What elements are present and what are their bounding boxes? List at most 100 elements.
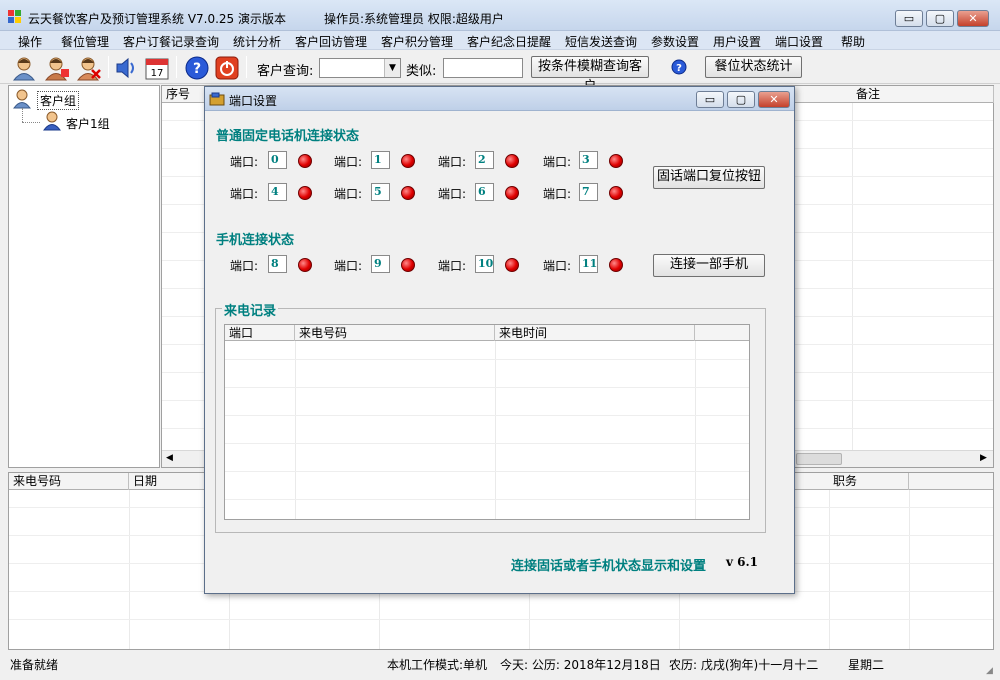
status-ready: 准备就绪: [10, 658, 59, 672]
tree-connector: [22, 108, 23, 122]
seat-status-button[interactable]: 餐位状态统计: [705, 56, 802, 78]
main-titlebar: 云天餐饮客户及预订管理系统 V7.0.25 演示版本 操作员:系统管理员 权限:…: [0, 0, 1000, 31]
similar-input[interactable]: [443, 58, 523, 78]
port-input-11[interactable]: 11: [579, 255, 598, 273]
menu-revisit[interactable]: 客户回访管理: [295, 33, 367, 50]
port-label: 端口:: [230, 187, 259, 201]
customer-query-dropdown[interactable]: ▼: [319, 58, 401, 78]
customer-query-label: 客户查询:: [257, 64, 314, 79]
call-log-list[interactable]: 端口 来电号码 来电时间: [224, 324, 750, 520]
tree-child-node[interactable]: 客户1组: [66, 115, 110, 132]
scroll-left-icon[interactable]: ◀: [166, 453, 173, 463]
calendar-icon[interactable]: 17: [144, 55, 170, 81]
status-date: 今天: 公历: 2018年12月18日: [500, 658, 661, 672]
customer-group-tree: 客户组 客户1组: [8, 85, 160, 468]
menu-points[interactable]: 客户积分管理: [381, 33, 453, 50]
call-log-header: 端口 来电号码 来电时间: [225, 325, 749, 341]
speaker-icon[interactable]: [113, 55, 139, 81]
grid-line: [852, 103, 853, 451]
column-header-remarks[interactable]: 备注: [852, 86, 994, 103]
menubar: 操作 餐位管理 客户订餐记录查询 统计分析 客户回访管理 客户积分管理 客户纪念…: [0, 31, 1000, 50]
menu-help[interactable]: 帮助: [841, 33, 865, 50]
grid-line: [129, 490, 130, 649]
port-label: 端口:: [334, 259, 363, 273]
scroll-right-icon[interactable]: ▶: [980, 453, 987, 463]
add-customer-icon[interactable]: [44, 55, 70, 81]
port-input-4[interactable]: 4: [268, 183, 287, 201]
column-header-caller-number[interactable]: 来电号码: [9, 473, 129, 490]
port-label: 端口:: [230, 259, 259, 273]
port-status-led: [505, 154, 519, 168]
port-settings-dialog: 端口设置 ▭ ▢ ✕ 普通固定电话机连接状态 端口: 0 端口: 1 端口: 2…: [204, 86, 795, 594]
port-status-led: [401, 258, 415, 272]
app-logo-icon: [8, 10, 22, 24]
menu-anniversary[interactable]: 客户纪念日提醒: [467, 33, 551, 50]
port-input-1[interactable]: 1: [371, 151, 390, 169]
menu-user-settings[interactable]: 用户设置: [713, 33, 761, 50]
port-input-0[interactable]: 0: [268, 151, 287, 169]
help-icon[interactable]: ?: [184, 55, 210, 81]
menu-sms-query[interactable]: 短信发送查询: [565, 33, 637, 50]
tree-root-node[interactable]: 客户组: [37, 91, 80, 110]
dialog-minimize-button[interactable]: ▭: [696, 91, 724, 108]
minimize-button[interactable]: ▭: [895, 10, 923, 27]
port-input-9[interactable]: 9: [371, 255, 390, 273]
grid-line: [225, 471, 749, 472]
delete-customer-icon[interactable]: [76, 55, 102, 81]
port-input-7[interactable]: 7: [579, 183, 598, 201]
connect-phone-button[interactable]: 连接一部手机: [653, 254, 765, 277]
menu-parameters[interactable]: 参数设置: [651, 33, 699, 50]
port-label: 端口:: [543, 259, 572, 273]
toolbar-separator: [176, 56, 177, 78]
menu-order-records[interactable]: 客户订餐记录查询: [123, 33, 219, 50]
scrollbar-thumb[interactable]: [796, 453, 842, 465]
menu-seat-management[interactable]: 餐位管理: [61, 33, 109, 50]
menu-operation[interactable]: 操作: [18, 33, 42, 50]
port-label: 端口:: [543, 155, 572, 169]
call-log-group: 来电记录 端口 来电号码 来电时间: [215, 300, 766, 533]
menu-statistics[interactable]: 统计分析: [233, 33, 281, 50]
help-small-icon[interactable]: ?: [671, 59, 687, 75]
port-status-led: [505, 258, 519, 272]
port-input-10[interactable]: 10: [475, 255, 494, 273]
grid-line: [495, 341, 496, 519]
grid-line: [9, 619, 993, 620]
column-header-port[interactable]: 端口: [225, 325, 295, 341]
close-button[interactable]: ✕: [957, 10, 989, 27]
maximize-button[interactable]: ▢: [926, 10, 954, 27]
chevron-down-icon[interactable]: ▼: [384, 59, 400, 77]
port-status-led: [609, 258, 623, 272]
fuzzy-query-button[interactable]: 按条件模糊查询客户: [531, 56, 649, 94]
menu-port-settings[interactable]: 端口设置: [775, 33, 823, 50]
column-header-position[interactable]: 职务: [829, 473, 909, 490]
column-header-date[interactable]: 日期: [129, 473, 209, 490]
port-status-led: [298, 258, 312, 272]
power-off-icon[interactable]: [214, 55, 240, 81]
grid-line: [909, 490, 910, 649]
landline-reset-button[interactable]: 固话端口复位按钮: [653, 166, 765, 189]
resize-grip-icon[interactable]: ◢: [986, 666, 993, 676]
svg-text:?: ?: [676, 63, 682, 74]
port-label: 端口:: [334, 187, 363, 201]
port-label: 端口:: [438, 155, 467, 169]
port-input-8[interactable]: 8: [268, 255, 287, 273]
dialog-close-button[interactable]: ✕: [758, 91, 790, 108]
status-mode: 本机工作模式:单机: [387, 658, 488, 672]
dialog-maximize-button[interactable]: ▢: [727, 91, 755, 108]
port-input-2[interactable]: 2: [475, 151, 494, 169]
toolbar: 17 ? 客户查询: ▼ 类似: 按条件模糊查询客户 ? 餐位状态统计: [0, 50, 1000, 94]
mobile-section-title: 手机连接状态: [216, 233, 295, 248]
grid-line: [829, 490, 830, 649]
similar-label: 类似:: [406, 64, 437, 79]
port-input-5[interactable]: 5: [371, 183, 390, 201]
port-status-led: [401, 186, 415, 200]
column-header-call-time[interactable]: 来电时间: [495, 325, 695, 341]
port-input-6[interactable]: 6: [475, 183, 494, 201]
customer-icon[interactable]: [11, 55, 37, 81]
port-status-led: [609, 186, 623, 200]
port-input-3[interactable]: 3: [579, 151, 598, 169]
grid-line: [225, 359, 749, 360]
column-header-caller-number[interactable]: 来电号码: [295, 325, 495, 341]
grid-line: [295, 341, 296, 519]
tree-connector: [22, 122, 40, 123]
